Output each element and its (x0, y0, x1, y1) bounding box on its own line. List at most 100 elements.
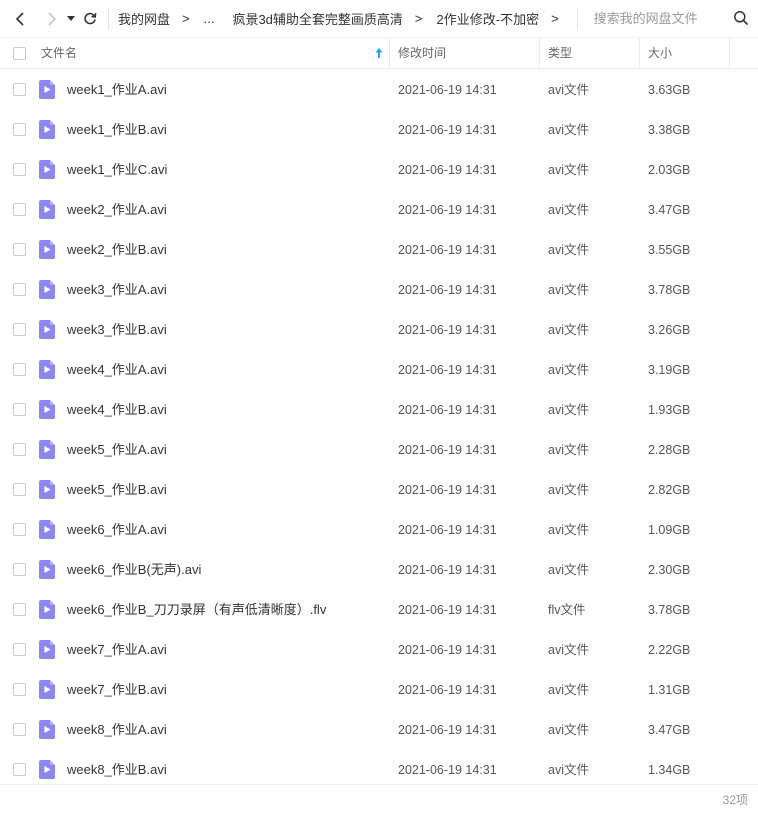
file-name: week2_作业A.avi (67, 202, 167, 217)
column-header-modified[interactable]: 修改时间 (398, 38, 446, 68)
row-checkbox[interactable] (13, 83, 26, 96)
file-row[interactable]: week5_作业B.avi 2021-06-19 14:31 avi文件 2.8… (0, 470, 758, 510)
file-type: flv文件 (548, 603, 586, 617)
column-divider[interactable] (389, 38, 390, 68)
row-checkbox[interactable] (13, 163, 26, 176)
file-type: avi文件 (548, 283, 589, 297)
forward-button[interactable] (42, 0, 62, 38)
video-file-icon (39, 520, 55, 539)
file-type: avi文件 (548, 643, 589, 657)
row-checkbox[interactable] (13, 203, 26, 216)
file-modified-time: 2021-06-19 14:31 (398, 523, 497, 537)
row-checkbox[interactable] (13, 243, 26, 256)
file-row[interactable]: week6_作业B(无声).avi 2021-06-19 14:31 avi文件… (0, 550, 758, 590)
file-size: 3.47GB (648, 203, 691, 217)
file-size: 1.09GB (648, 523, 691, 537)
select-all-checkbox[interactable] (13, 47, 26, 60)
file-browser-window: 我的网盘 > ... 疯景3d辅助全套完整画质高清 > 2作业修改-不加密 > … (0, 0, 758, 816)
column-header-name[interactable]: 文件名 (41, 38, 77, 68)
column-divider[interactable] (539, 38, 540, 68)
file-row[interactable]: week3_作业B.avi 2021-06-19 14:31 avi文件 3.2… (0, 310, 758, 350)
row-checkbox[interactable] (13, 603, 26, 616)
file-modified-time: 2021-06-19 14:31 (398, 163, 497, 177)
search-input[interactable] (591, 10, 746, 27)
chevron-left-icon (15, 11, 24, 26)
row-checkbox[interactable] (13, 563, 26, 576)
file-row[interactable]: week7_作业A.avi 2021-06-19 14:31 avi文件 2.2… (0, 630, 758, 670)
row-checkbox[interactable] (13, 523, 26, 536)
file-row[interactable]: week7_作业B.avi 2021-06-19 14:31 avi文件 1.3… (0, 670, 758, 710)
column-divider[interactable] (729, 38, 730, 68)
video-file-icon (39, 360, 55, 379)
search-icon[interactable] (733, 10, 749, 26)
file-type: avi文件 (548, 403, 589, 417)
file-row[interactable]: week2_作业B.avi 2021-06-19 14:31 avi文件 3.5… (0, 230, 758, 270)
file-modified-time: 2021-06-19 14:31 (398, 563, 497, 577)
file-modified-time: 2021-06-19 14:31 (398, 723, 497, 737)
file-type: avi文件 (548, 123, 589, 137)
toolbar: 我的网盘 > ... 疯景3d辅助全套完整画质高清 > 2作业修改-不加密 > (0, 0, 758, 38)
video-file-icon (39, 280, 55, 299)
file-row[interactable]: week8_作业A.avi 2021-06-19 14:31 avi文件 3.4… (0, 710, 758, 750)
file-type: avi文件 (548, 443, 589, 457)
file-row[interactable]: week4_作业A.avi 2021-06-19 14:31 avi文件 3.1… (0, 350, 758, 390)
video-file-icon (39, 600, 55, 619)
row-checkbox[interactable] (13, 403, 26, 416)
row-checkbox[interactable] (13, 443, 26, 456)
file-type: avi文件 (548, 243, 589, 257)
file-modified-time: 2021-06-19 14:31 (398, 643, 497, 657)
column-header-size[interactable]: 大小 (648, 38, 672, 68)
video-file-icon (39, 560, 55, 579)
file-row[interactable]: week4_作业B.avi 2021-06-19 14:31 avi文件 1.9… (0, 390, 758, 430)
file-size: 2.03GB (648, 163, 691, 177)
file-size: 3.78GB (648, 283, 691, 297)
file-name: week4_作业A.avi (67, 362, 167, 377)
row-checkbox[interactable] (13, 683, 26, 696)
sort-ascending-icon[interactable] (374, 47, 384, 59)
file-row[interactable]: week1_作业A.avi 2021-06-19 14:31 avi文件 3.6… (0, 70, 758, 110)
row-checkbox[interactable] (13, 123, 26, 136)
file-row[interactable]: week6_作业B_刀刀录屏（有声低清晰度）.flv 2021-06-19 14… (0, 590, 758, 630)
breadcrumb-parent[interactable]: 疯景3d辅助全套完整画质高清 (232, 9, 402, 28)
column-header-type[interactable]: 类型 (548, 38, 572, 68)
file-size: 3.63GB (648, 83, 691, 97)
video-file-icon (39, 640, 55, 659)
file-size: 2.82GB (648, 483, 691, 497)
file-type: avi文件 (548, 163, 589, 177)
file-row[interactable]: week1_作业B.avi 2021-06-19 14:31 avi文件 3.3… (0, 110, 758, 150)
video-file-icon (39, 320, 55, 339)
file-modified-time: 2021-06-19 14:31 (398, 483, 497, 497)
file-modified-time: 2021-06-19 14:31 (398, 443, 497, 457)
file-size: 3.38GB (648, 123, 691, 137)
refresh-button[interactable] (80, 0, 100, 38)
file-row[interactable]: week6_作业A.avi 2021-06-19 14:31 avi文件 1.0… (0, 510, 758, 550)
row-checkbox[interactable] (13, 483, 26, 496)
breadcrumb-current[interactable]: 2作业修改-不加密 (437, 9, 540, 28)
toolbar-divider (108, 7, 109, 30)
file-size: 3.26GB (648, 323, 691, 337)
file-row[interactable]: week3_作业A.avi 2021-06-19 14:31 avi文件 3.7… (0, 270, 758, 310)
row-checkbox[interactable] (13, 763, 26, 776)
file-row[interactable]: week1_作业C.avi 2021-06-19 14:31 avi文件 2.0… (0, 150, 758, 190)
breadcrumb-ellipsis[interactable]: ... (204, 11, 215, 26)
breadcrumb-separator: > (551, 11, 559, 26)
file-row[interactable]: week2_作业A.avi 2021-06-19 14:31 avi文件 3.4… (0, 190, 758, 230)
back-button[interactable] (10, 0, 30, 38)
file-modified-time: 2021-06-19 14:31 (398, 83, 497, 97)
file-size: 3.47GB (648, 723, 691, 737)
row-checkbox[interactable] (13, 283, 26, 296)
file-name: week4_作业B.avi (67, 402, 167, 417)
file-row[interactable]: week5_作业A.avi 2021-06-19 14:31 avi文件 2.2… (0, 430, 758, 470)
video-file-icon (39, 720, 55, 739)
file-name: week5_作业A.avi (67, 442, 167, 457)
row-checkbox[interactable] (13, 363, 26, 376)
breadcrumb-root[interactable]: 我的网盘 (118, 9, 170, 28)
row-checkbox[interactable] (13, 643, 26, 656)
column-divider[interactable] (639, 38, 640, 68)
file-size: 1.93GB (648, 403, 691, 417)
row-checkbox[interactable] (13, 723, 26, 736)
history-dropdown-button[interactable] (64, 0, 78, 38)
video-file-icon (39, 120, 55, 139)
file-name: week6_作业A.avi (67, 522, 167, 537)
row-checkbox[interactable] (13, 323, 26, 336)
